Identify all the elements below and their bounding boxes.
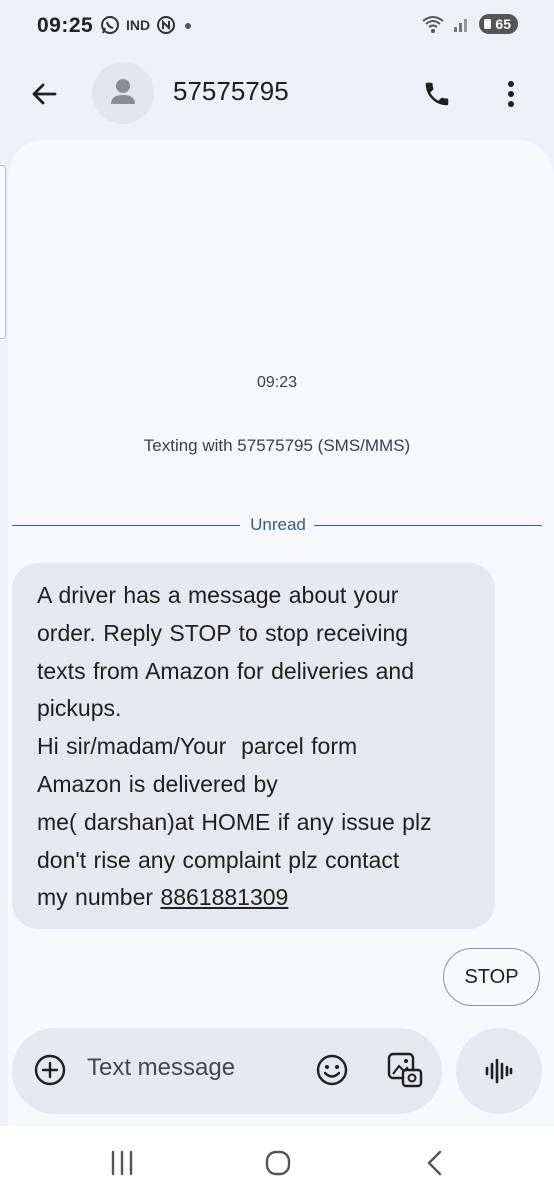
home-icon	[265, 1150, 291, 1176]
recent-apps-icon	[111, 1150, 133, 1176]
divider-line	[12, 525, 240, 526]
more-vert-icon	[508, 81, 514, 107]
arrow-left-icon	[32, 83, 57, 105]
call-button[interactable]	[415, 72, 459, 116]
gallery-icon	[387, 1052, 423, 1088]
gallery-button[interactable]	[385, 1050, 425, 1090]
emoji-button[interactable]	[314, 1052, 350, 1088]
emoji-icon	[316, 1054, 348, 1086]
audio-waveform-icon	[485, 1058, 513, 1084]
conversation-header: 57575795	[0, 56, 554, 132]
status-bar: 09:25 IND 65	[0, 0, 554, 56]
voice-message-button[interactable]	[456, 1028, 542, 1114]
add-circle-icon	[34, 1054, 66, 1086]
back-button[interactable]	[22, 72, 66, 116]
phone-icon	[425, 82, 449, 106]
whatsapp-icon	[101, 16, 119, 34]
chevron-left-icon	[427, 1150, 442, 1176]
add-attachment-button[interactable]	[32, 1052, 68, 1088]
contact-name[interactable]: 57575795	[173, 76, 289, 107]
unread-divider: Unread	[12, 515, 542, 535]
carrier-label: IND	[126, 17, 151, 33]
dot-icon	[185, 23, 192, 29]
status-time: 09:25	[37, 14, 94, 37]
text-message-input[interactable]: Text message	[87, 1054, 235, 1082]
system-navigation-bar	[0, 1126, 554, 1200]
message-timestamp: 09:23	[256, 374, 298, 391]
battery-icon: 65	[479, 14, 518, 34]
contact-avatar[interactable]	[92, 62, 154, 124]
phone-number-link[interactable]: 8861881309	[160, 884, 288, 910]
system-icons: 65	[421, 14, 518, 34]
home-button[interactable]	[256, 1148, 300, 1178]
more-options-button[interactable]	[489, 72, 533, 116]
signal-icon	[454, 19, 468, 32]
texting-info: Texting with 57575795 (SMS/MMS)	[143, 436, 411, 455]
recent-apps-button[interactable]	[100, 1148, 144, 1178]
wifi-icon	[422, 16, 445, 33]
divider-line	[314, 525, 542, 526]
unread-label: Unread	[250, 515, 306, 534]
scroll-indicator[interactable]	[0, 165, 6, 339]
system-back-button[interactable]	[412, 1148, 456, 1178]
message-text: A driver has a message about your order.…	[37, 577, 479, 917]
person-icon	[111, 79, 135, 104]
smart-reply-stop-button[interactable]: STOP	[443, 948, 540, 1006]
message-composer: Text message	[12, 1028, 442, 1114]
app-notification-icon	[157, 16, 176, 34]
message-body: A driver has a message about your order.…	[37, 582, 432, 911]
notification-icons: IND	[100, 15, 194, 35]
incoming-message-bubble[interactable]: A driver has a message about your order.…	[12, 563, 495, 929]
